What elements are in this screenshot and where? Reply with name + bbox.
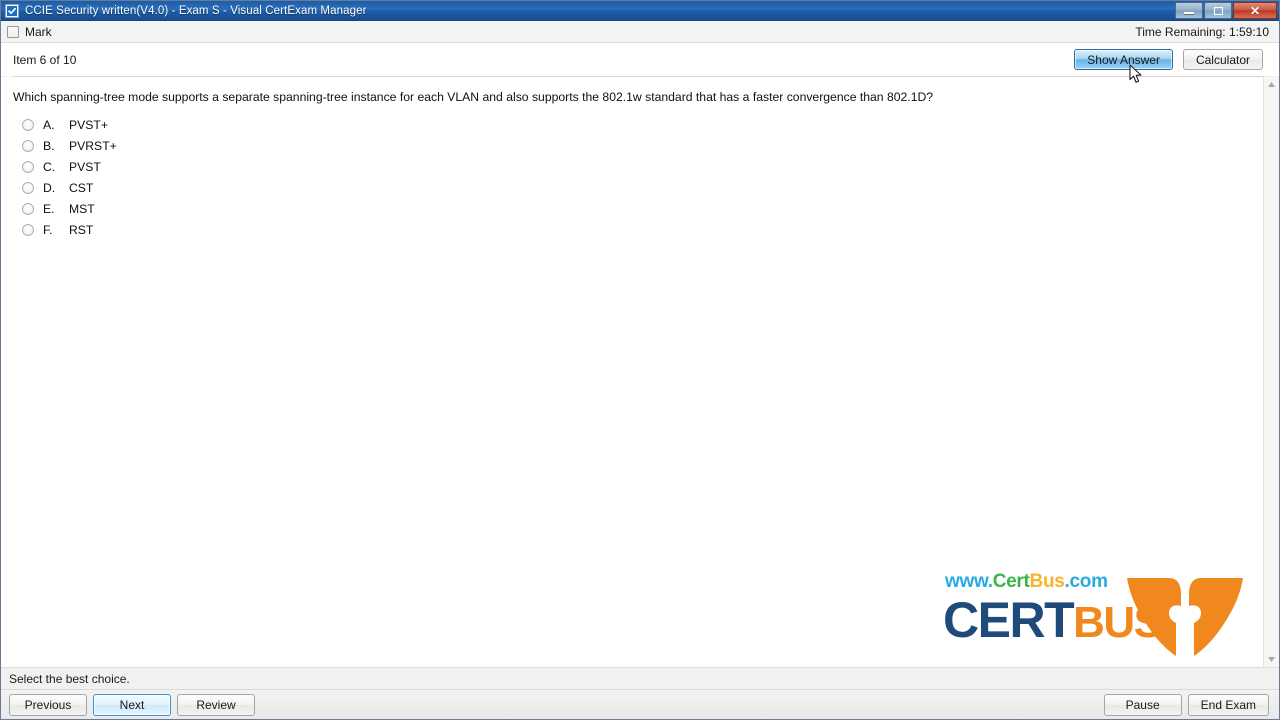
item-counter-label: Item 6 of 10 xyxy=(13,52,77,67)
answer-option-c[interactable]: C. PVST xyxy=(13,160,1249,174)
answer-option-f[interactable]: F. RST xyxy=(13,223,1249,237)
mark-question-control[interactable]: Mark xyxy=(7,25,52,39)
exam-application-window: CCIE Security written(V4.0) - Exam S - V… xyxy=(0,0,1280,720)
certbus-url-text: www.CertBus.com xyxy=(945,571,1108,593)
answer-option-e[interactable]: E. MST xyxy=(13,202,1249,216)
minimize-button[interactable] xyxy=(1175,2,1203,19)
option-letter: E. xyxy=(43,202,55,216)
option-letter: A. xyxy=(43,118,55,132)
previous-button[interactable]: Previous xyxy=(9,693,87,716)
calculator-button[interactable]: Calculator xyxy=(1182,49,1263,70)
certbus-wings-icon xyxy=(1127,578,1243,656)
option-letter: C. xyxy=(43,160,56,174)
url-cert: Cert xyxy=(992,571,1030,592)
answer-option-b[interactable]: B. PVRST+ xyxy=(13,139,1249,153)
toolbar-button-group: Show Answer Calculator xyxy=(1074,49,1263,70)
vertical-scrollbar[interactable] xyxy=(1263,77,1279,667)
answer-options-list: A. PVST+ B. PVRST+ C. PVST D. CST E. MST… xyxy=(13,118,1249,237)
radio-icon[interactable] xyxy=(22,140,34,152)
url-bus: Bus xyxy=(1029,571,1065,592)
minimize-icon xyxy=(1184,12,1194,14)
option-text: PVRST+ xyxy=(69,139,117,153)
option-text: PVST xyxy=(69,160,101,174)
mark-label: Mark xyxy=(25,24,52,39)
close-icon: ✕ xyxy=(1249,3,1261,18)
radio-icon[interactable] xyxy=(22,182,34,194)
nav-right-group: Pause End Exam xyxy=(1103,693,1269,716)
mark-and-timer-bar: Mark Time Remaining: 1:59:10 xyxy=(1,21,1279,43)
scroll-down-arrow-icon[interactable] xyxy=(1266,654,1277,665)
show-answer-button[interactable]: Show Answer xyxy=(1074,49,1173,70)
certbus-watermark-logo: www.CertBus.com CERTBUS xyxy=(943,567,1245,659)
question-toolbar: Item 6 of 10 Show Answer Calculator xyxy=(1,43,1279,76)
window-title-bar[interactable]: CCIE Security written(V4.0) - Exam S - V… xyxy=(1,1,1279,21)
end-exam-button[interactable]: End Exam xyxy=(1187,693,1269,716)
option-text: CST xyxy=(69,181,94,195)
pause-button[interactable]: Pause xyxy=(1103,693,1182,716)
status-message: Select the best choice. xyxy=(9,671,130,686)
status-bar: Select the best choice. xyxy=(1,667,1279,689)
question-panel: Which spanning-tree mode supports a sepa… xyxy=(1,77,1263,667)
radio-icon[interactable] xyxy=(22,224,34,236)
option-text: PVST+ xyxy=(69,118,108,132)
close-button[interactable]: ✕ xyxy=(1233,2,1277,19)
question-text: Which spanning-tree mode supports a sepa… xyxy=(13,90,934,104)
next-button[interactable]: Next xyxy=(93,693,171,716)
maximize-button[interactable] xyxy=(1204,2,1232,19)
app-checkbox-icon xyxy=(5,3,19,18)
option-letter: D. xyxy=(43,181,56,195)
radio-icon[interactable] xyxy=(22,119,34,131)
review-button[interactable]: Review xyxy=(177,693,255,716)
wordmark-cert: CERT xyxy=(943,592,1075,648)
option-text: MST xyxy=(69,202,95,216)
navigation-bar: Previous Next Review Pause End Exam xyxy=(1,689,1279,719)
nav-left-group: Previous Next Review xyxy=(9,693,255,716)
mark-checkbox[interactable] xyxy=(7,25,19,38)
option-letter: B. xyxy=(43,139,55,153)
time-remaining-label: Time Remaining: 1:59:10 xyxy=(1135,24,1269,39)
radio-icon[interactable] xyxy=(22,203,34,215)
answer-option-a[interactable]: A. PVST+ xyxy=(13,118,1249,132)
option-letter: F. xyxy=(43,223,53,237)
maximize-icon xyxy=(1213,6,1223,15)
radio-icon[interactable] xyxy=(22,161,34,173)
answer-option-d[interactable]: D. CST xyxy=(13,181,1249,195)
url-com: .com xyxy=(1064,571,1108,592)
question-content-area: Which spanning-tree mode supports a sepa… xyxy=(1,77,1279,667)
option-text: RST xyxy=(69,223,94,237)
scrollbar-track[interactable] xyxy=(1264,90,1279,654)
url-www: www. xyxy=(945,571,993,592)
window-title-text: CCIE Security written(V4.0) - Exam S - V… xyxy=(25,4,367,17)
window-controls: ✕ xyxy=(1175,2,1277,19)
scroll-up-arrow-icon[interactable] xyxy=(1266,79,1277,90)
